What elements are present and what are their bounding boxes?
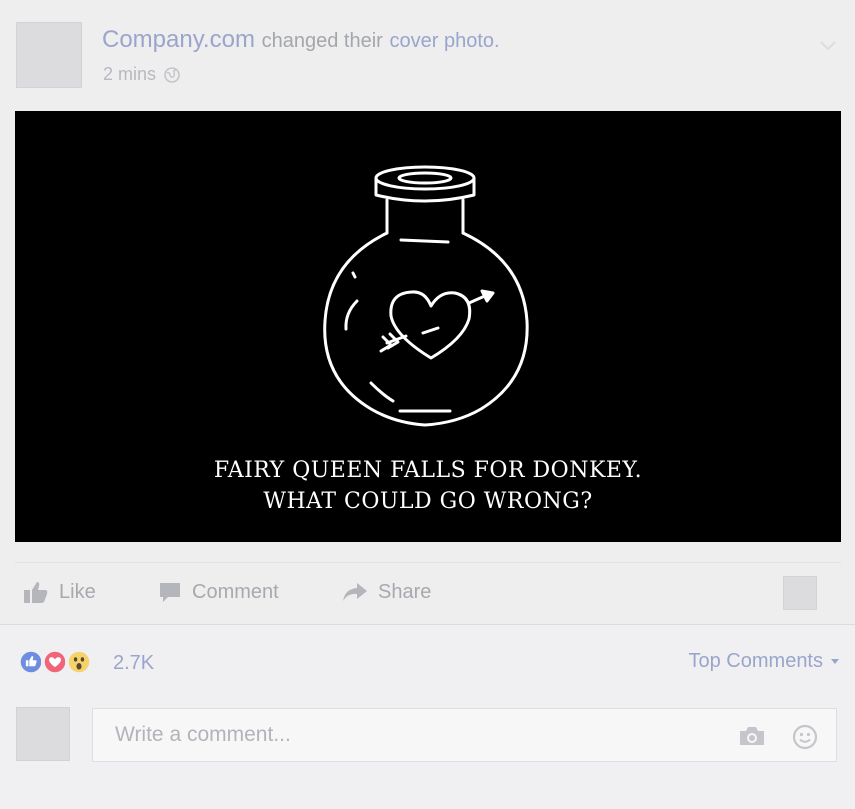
post-header: Company.com changed their cover photo. <box>102 26 500 54</box>
page-avatar[interactable] <box>16 22 82 88</box>
share-as-page-avatar[interactable] <box>783 576 817 610</box>
reactions-summary[interactable] <box>17 648 93 676</box>
timestamp-text[interactable]: 2 mins <box>103 64 156 85</box>
caret-down-icon <box>831 659 839 664</box>
post-card: Company.com changed their cover photo. 2… <box>0 0 855 809</box>
emoji-icon[interactable] <box>792 724 818 750</box>
post-options-chevron-icon[interactable] <box>819 38 837 52</box>
share-arrow-icon <box>343 583 367 601</box>
commenter-avatar <box>16 707 70 761</box>
top-comments-dropdown[interactable]: Top Comments <box>688 650 839 673</box>
share-button[interactable]: Share <box>342 577 431 607</box>
globe-icon <box>164 66 180 83</box>
comment-button[interactable]: Comment <box>158 577 279 607</box>
share-label: Share <box>378 580 432 603</box>
top-comments-label: Top Comments <box>688 650 824 672</box>
post-timestamp: 2 mins <box>103 64 180 85</box>
cover-photo-link[interactable]: cover photo. <box>390 30 500 52</box>
comment-icon <box>160 583 180 602</box>
comment-box <box>92 708 837 762</box>
like-button[interactable]: Like <box>23 577 96 607</box>
comment-input[interactable] <box>93 709 735 761</box>
post-action-bar: Like Comment Share <box>15 562 841 623</box>
comment-label: Comment <box>192 580 279 603</box>
caption-line-2: WHAT COULD GO WRONG? <box>263 489 593 514</box>
camera-icon[interactable] <box>738 725 766 747</box>
cover-photo[interactable]: FAIRY QUEEN FALLS FOR DONKEY. WHAT COULD… <box>15 111 841 542</box>
wow-reaction-icon <box>65 648 93 676</box>
action-text: changed their <box>261 30 383 52</box>
page-name-link[interactable]: Company.com <box>102 26 255 53</box>
cover-caption: FAIRY QUEEN FALLS FOR DONKEY. WHAT COULD… <box>15 455 841 517</box>
caption-line-1: FAIRY QUEEN FALLS FOR DONKEY. <box>213 458 643 483</box>
reaction-count[interactable]: 2.7K <box>113 652 154 675</box>
thumbs-up-icon <box>24 582 48 603</box>
like-label: Like <box>59 580 96 603</box>
